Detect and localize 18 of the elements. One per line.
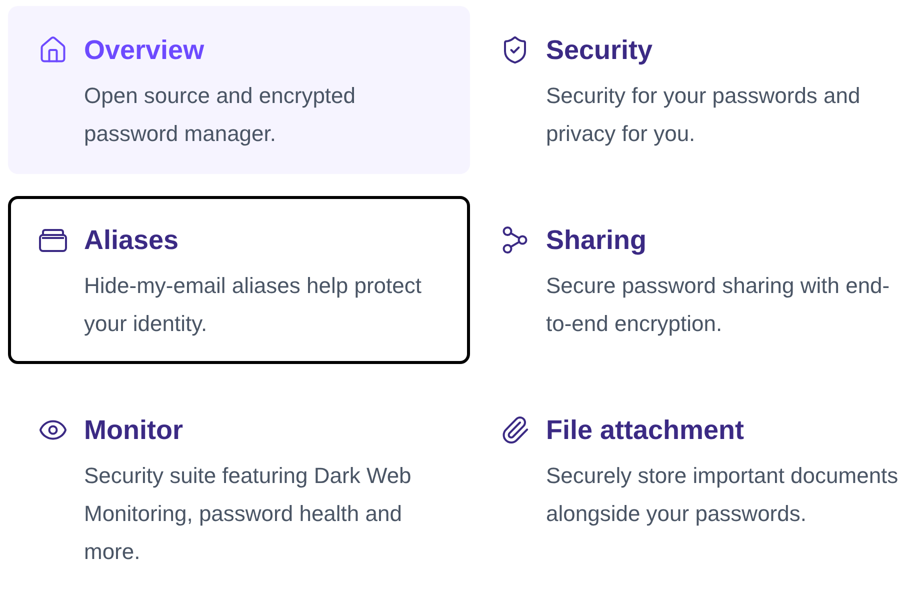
feature-description: Security for your passwords and privacy for you.	[546, 82, 862, 148]
feature-card[interactable]: Overview Open source and encrypted password manager.	[8, 6, 470, 174]
feature-description: Secure password sharing with end-to-end encryption.	[546, 272, 891, 338]
feature-title: Sharing	[546, 224, 647, 257]
feature-description: Open source and encrypted password manager.	[84, 82, 357, 148]
feature-title: Monitor	[84, 414, 183, 447]
feature-title: Overview	[84, 34, 204, 67]
paperclip-icon	[500, 415, 530, 445]
share-icon	[500, 225, 530, 255]
feature-card[interactable]: Aliases Hide-my-email aliases help protect your identity.	[8, 196, 470, 364]
feature-title: Security	[546, 34, 653, 67]
feature-title: Aliases	[84, 224, 179, 257]
feature-description: Hide-my-email aliases help protect your identity.	[84, 272, 422, 338]
home-icon	[38, 35, 68, 65]
feature-title: File attachment	[546, 414, 744, 447]
feature-description: Security suite featuring Dark Web Monitoring, password health and more.	[84, 462, 412, 566]
feature-description: Securely store important documents alongside your passwords.	[546, 462, 900, 528]
stacked-cards-icon	[38, 227, 68, 253]
